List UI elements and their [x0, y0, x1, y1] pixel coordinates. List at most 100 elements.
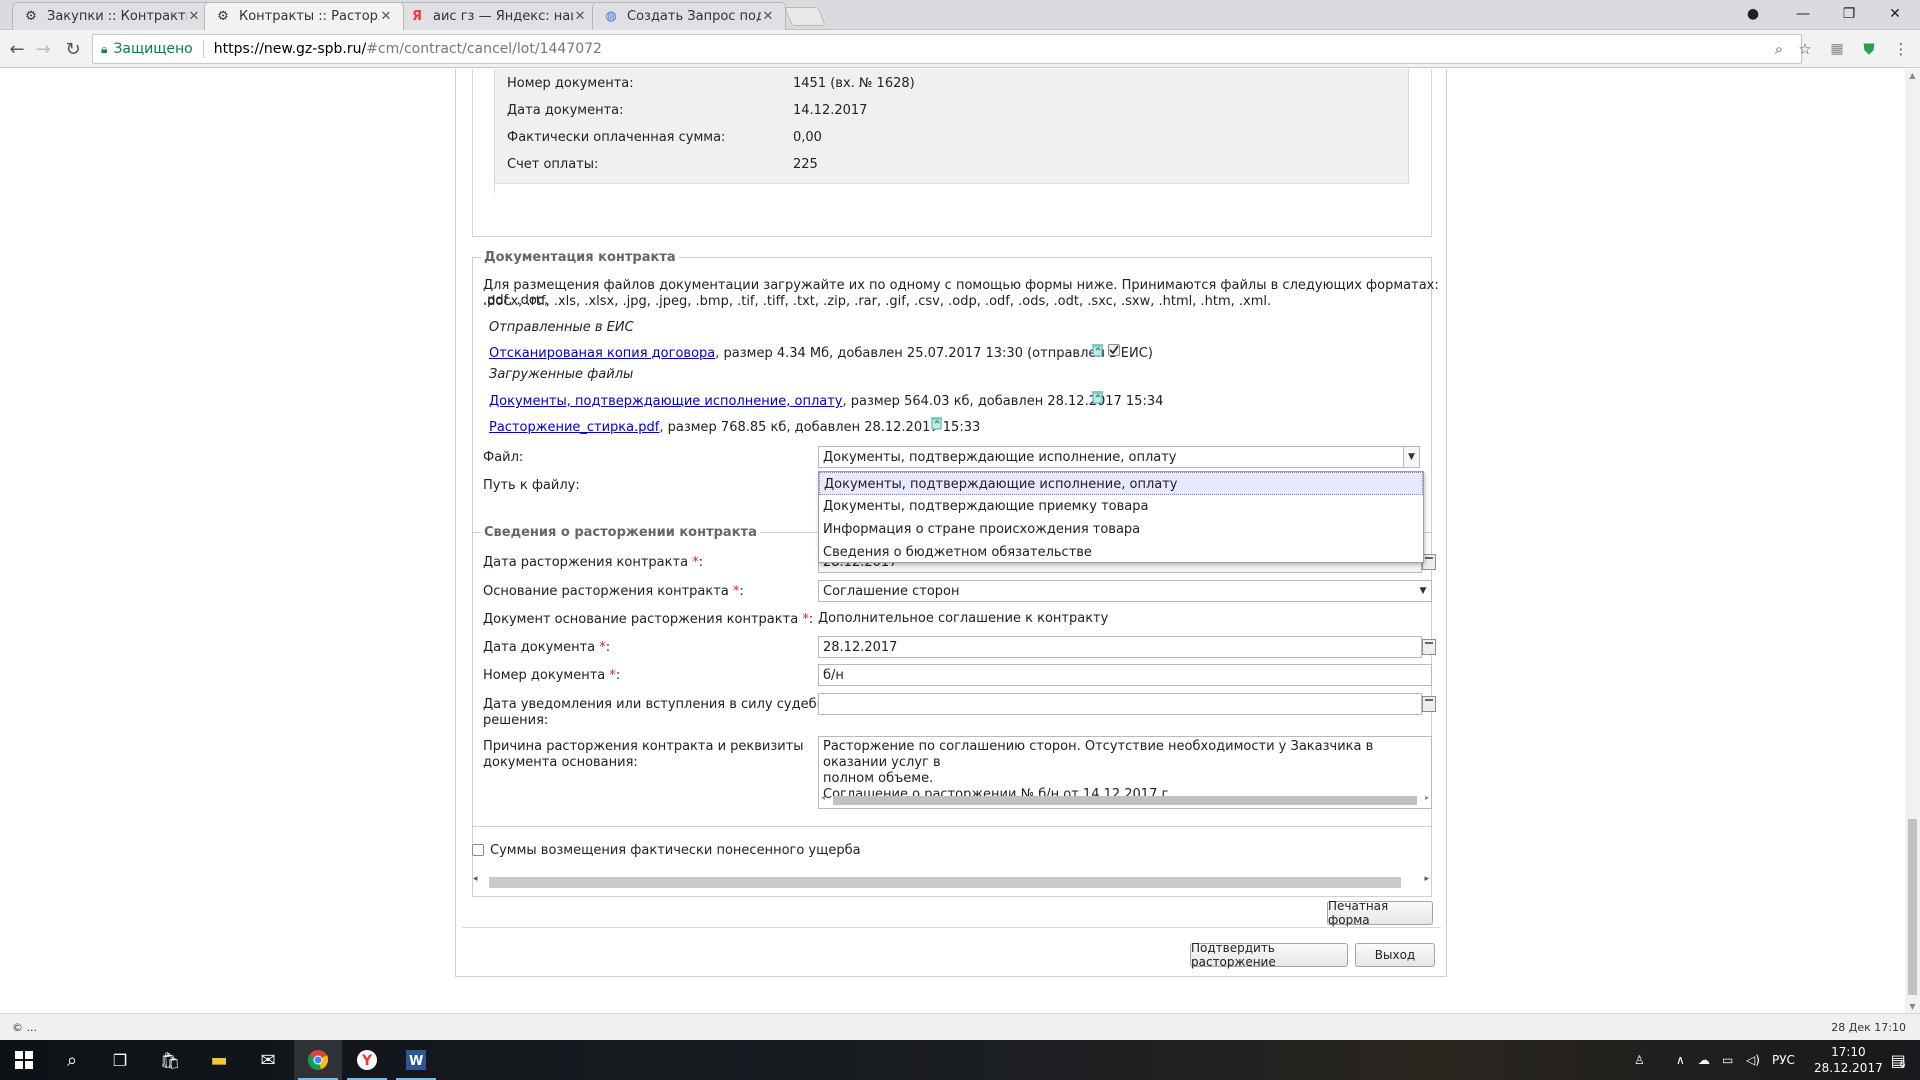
- dropdown-option[interactable]: Документы, подтверждающие приемку товара: [819, 495, 1423, 518]
- status-left: © ...: [12, 1021, 37, 1034]
- browser-tab-active[interactable]: ⚙ Контракты :: Расторжен ✕: [204, 2, 404, 30]
- store-icon[interactable]: 🛍︎: [146, 1040, 194, 1080]
- extension-icon[interactable]: ▦: [1824, 36, 1850, 62]
- windows-start-icon[interactable]: [0, 1040, 48, 1080]
- maximize-button[interactable]: ❐: [1826, 0, 1872, 28]
- doc-date-input[interactable]: 28.12.2017: [818, 636, 1422, 658]
- doc-date-label: Дата документа *:: [483, 640, 611, 655]
- svg-text:Y: Y: [361, 1053, 373, 1069]
- file-type-value: Документы, подтверждающие исполнение, оп…: [823, 450, 1177, 465]
- file-label: Файл:: [483, 450, 524, 465]
- zoom-icon[interactable]: ⌕: [1766, 36, 1792, 62]
- dropdown-option[interactable]: Информация о стране происхождения товара: [819, 518, 1423, 541]
- address-bar[interactable]: 🔒︎ Защищено https://new.gz-spb.ru/#cm/co…: [92, 34, 1802, 64]
- doc-number-label: Номер документа *:: [483, 668, 621, 683]
- word-icon[interactable]: W: [392, 1040, 440, 1080]
- file-explorer-icon[interactable]: ▬: [195, 1040, 243, 1080]
- damages-label: Суммы возмещения фактически понесенного …: [490, 843, 861, 858]
- page-content: Номер документа: 1451 (вх. № 1628) Дата …: [0, 69, 1905, 1013]
- forward-icon[interactable]: →: [30, 36, 56, 62]
- payment-label: Счет оплаты:: [507, 157, 599, 172]
- chevron-up-icon[interactable]: ∧: [1676, 1040, 1685, 1080]
- chevron-down-icon[interactable]: ▼: [1403, 447, 1419, 467]
- close-icon[interactable]: ✕: [187, 9, 201, 24]
- uploaded-file-row: Документы, подтверждающие исполнение, оп…: [489, 394, 1163, 409]
- basis-doc-label: Документ основание расторжения контракта…: [483, 612, 814, 627]
- new-tab-button[interactable]: [784, 7, 826, 26]
- sent-checkbox[interactable]: [1108, 344, 1120, 356]
- textarea-scrollbar[interactable]: ◂ ▸: [819, 793, 1431, 807]
- status-datetime: 28 Дек 17:10: [1831, 1021, 1906, 1034]
- star-icon[interactable]: ☆: [1792, 36, 1818, 62]
- file-type-dropdown[interactable]: Документы, подтверждающие исполнение, оп…: [818, 471, 1424, 563]
- exit-button[interactable]: Выход: [1355, 943, 1435, 967]
- scroll-down-icon[interactable]: ▼: [1905, 1002, 1920, 1011]
- chevron-down-icon[interactable]: ▼: [1415, 581, 1431, 601]
- task-view-icon[interactable]: ❐: [96, 1040, 144, 1080]
- print-form-button[interactable]: Печатная форма: [1327, 899, 1433, 927]
- confirm-termination-button[interactable]: Подтвердить расторжение: [1190, 941, 1348, 969]
- browser-tab[interactable]: ⚙ Закупки :: Контракты на ✕: [12, 2, 212, 30]
- calendar-icon[interactable]: [1422, 639, 1436, 655]
- clock-time: 17:10: [1831, 1045, 1866, 1059]
- taskbar: ⌕ ❐ 🛍︎ ▬ ✉ Y W ♙ ∧ ☁ ▭ ◁) РУС 17:10 28.1…: [0, 1040, 1920, 1080]
- browser-tabstrip: ⚙ Закупки :: Контракты на ✕ ⚙ Контракты …: [0, 0, 1920, 30]
- close-icon[interactable]: ✕: [379, 9, 393, 24]
- svg-text:W: W: [409, 1054, 423, 1069]
- panel-scrollbar[interactable]: ◂ ▸: [471, 874, 1433, 888]
- close-window-button[interactable]: ✕: [1872, 0, 1918, 28]
- menu-icon[interactable]: ⋮: [1888, 36, 1914, 62]
- browser-tab[interactable]: ◍ Создать Запрос поддер ✕: [592, 2, 786, 30]
- reason-label: документа основания:: [483, 755, 638, 770]
- search-icon[interactable]: ⌕: [48, 1040, 96, 1080]
- damages-checkbox[interactable]: [472, 844, 484, 856]
- yandex-icon: Я: [411, 9, 422, 24]
- minimize-button[interactable]: —: [1780, 0, 1826, 28]
- cloud-icon[interactable]: ☁: [1698, 1040, 1710, 1080]
- people-icon[interactable]: ♙: [1634, 1040, 1645, 1080]
- close-icon[interactable]: ✕: [573, 9, 587, 24]
- file-type-select[interactable]: Документы, подтверждающие исполнение, оп…: [818, 446, 1420, 468]
- volume-icon[interactable]: ◁): [1746, 1040, 1760, 1080]
- basis-select[interactable]: Соглашение сторон ▼: [818, 580, 1432, 602]
- uploaded-heading: Загруженные файлы: [489, 367, 634, 382]
- url-text: https://new.gz-spb.ru/#cm/contract/cance…: [213, 41, 602, 57]
- dropdown-option[interactable]: Документы, подтверждающие исполнение, оп…: [819, 472, 1423, 495]
- chrome-icon[interactable]: [294, 1040, 342, 1080]
- notice-date-label: Дата уведомления или вступления в силу с…: [483, 697, 848, 712]
- gear-icon: ⚙: [25, 9, 37, 24]
- recycle-icon[interactable]: [929, 415, 944, 430]
- sent-file-link[interactable]: Отсканированая копия договора: [489, 346, 715, 361]
- calendar-icon[interactable]: [1422, 554, 1436, 570]
- scroll-thumb[interactable]: [1908, 819, 1917, 995]
- calendar-icon[interactable]: [1422, 696, 1436, 712]
- sent-file-row: Отсканированая копия договора, размер 4.…: [489, 346, 1153, 361]
- notice-date-input[interactable]: [818, 693, 1422, 715]
- page-scrollbar[interactable]: ▲ ▼: [1905, 69, 1920, 1013]
- browser-tab[interactable]: Я аис гз — Яндекс: нашло ✕: [398, 2, 598, 30]
- uploaded-file-link[interactable]: Документы, подтверждающие исполнение, оп…: [489, 394, 842, 409]
- profile-icon[interactable]: ●: [1730, 0, 1776, 28]
- network-icon[interactable]: ▭: [1722, 1040, 1733, 1080]
- reload-icon[interactable]: ↻: [60, 36, 86, 62]
- recycle-icon[interactable]: [1090, 389, 1105, 404]
- clock[interactable]: 17:10 28.12.2017: [1814, 1040, 1883, 1080]
- recycle-icon[interactable]: [1090, 342, 1105, 357]
- dropdown-option[interactable]: Сведения о бюджетном обязательстве: [819, 541, 1423, 564]
- mail-icon[interactable]: ✉: [244, 1040, 292, 1080]
- notice-date-label: решения:: [483, 713, 549, 728]
- yandex-browser-icon[interactable]: Y: [343, 1040, 391, 1080]
- back-icon[interactable]: ←: [4, 36, 30, 62]
- language-indicator[interactable]: РУС: [1772, 1040, 1795, 1080]
- secure-label: Защищено: [113, 41, 193, 57]
- uploaded-file-link[interactable]: Расторжение_стирка.pdf: [489, 420, 659, 435]
- notification-icon[interactable]: ▤ 6: [1880, 1040, 1916, 1080]
- shield-icon[interactable]: ⛊: [1856, 36, 1882, 62]
- close-icon[interactable]: ✕: [761, 9, 775, 24]
- payment-label: Фактически оплаченная сумма:: [507, 130, 726, 145]
- scroll-up-icon[interactable]: ▲: [1905, 71, 1920, 80]
- status-bar: © ... 28 Дек 17:10: [0, 1013, 1920, 1040]
- payment-value: 225: [793, 157, 818, 172]
- doc-number-input[interactable]: б/н: [818, 664, 1432, 686]
- globe-icon: ◍: [605, 9, 617, 24]
